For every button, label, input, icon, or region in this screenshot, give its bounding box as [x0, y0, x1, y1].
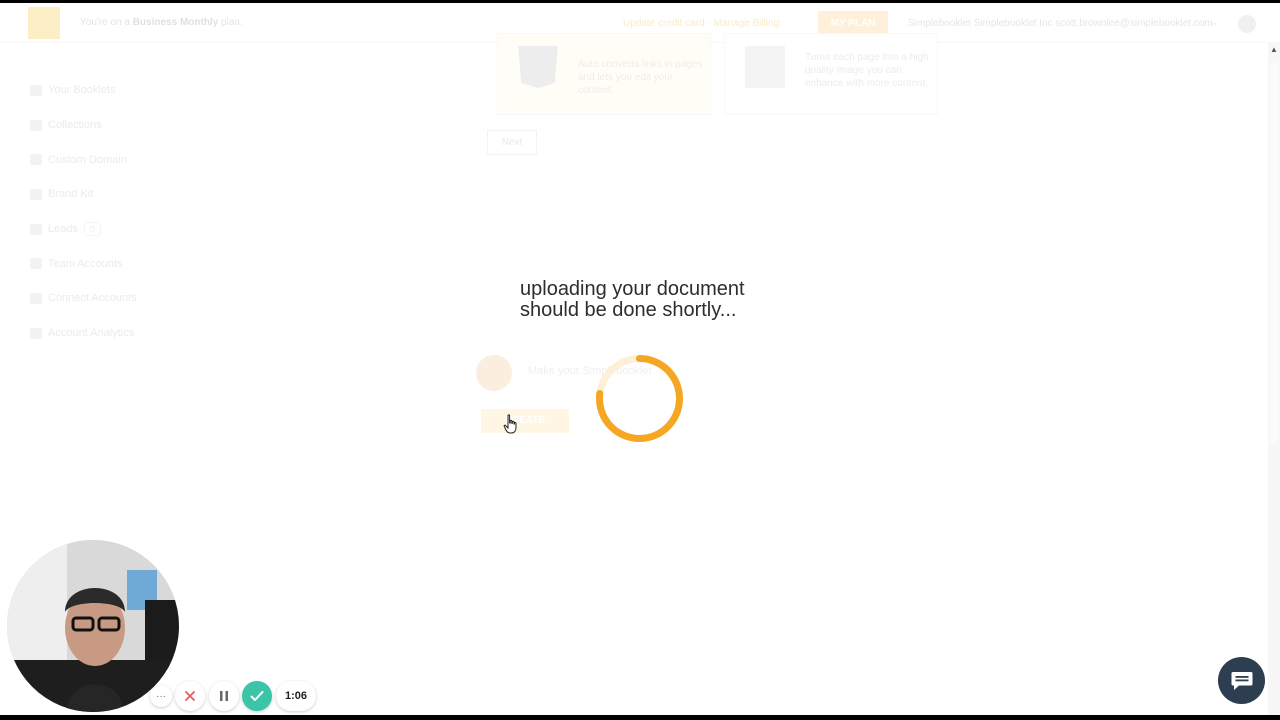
upload-message-line: should be done shortly... — [520, 299, 737, 321]
chat-launcher-button[interactable] — [1218, 657, 1265, 704]
upload-message-line: uploading your document — [520, 278, 745, 300]
cancel-recording-button[interactable] — [175, 681, 205, 711]
chat-bubble-icon — [1231, 671, 1252, 690]
recording-timer: 1:06 — [276, 681, 316, 711]
finish-recording-button[interactable] — [242, 681, 272, 711]
upload-message: uploading your document should be done s… — [520, 279, 840, 321]
pause-recording-button[interactable] — [209, 681, 239, 711]
pause-icon — [220, 691, 228, 701]
close-icon — [185, 691, 195, 701]
loading-spinner-icon — [595, 355, 683, 442]
screen: You're on a Business Monthly plan. Updat… — [0, 0, 1280, 715]
scroll-up-arrow-icon[interactable]: ▲ — [1270, 45, 1278, 54]
webcam-bubble[interactable] — [7, 540, 179, 712]
webcam-feed — [7, 540, 179, 712]
check-icon — [250, 691, 264, 701]
scrollbar-thumb[interactable] — [1270, 63, 1278, 443]
hand-pointer-icon — [503, 414, 517, 434]
upload-overlay: uploading your document should be done s… — [0, 3, 1280, 715]
more-options-button[interactable]: ··· — [150, 685, 172, 707]
